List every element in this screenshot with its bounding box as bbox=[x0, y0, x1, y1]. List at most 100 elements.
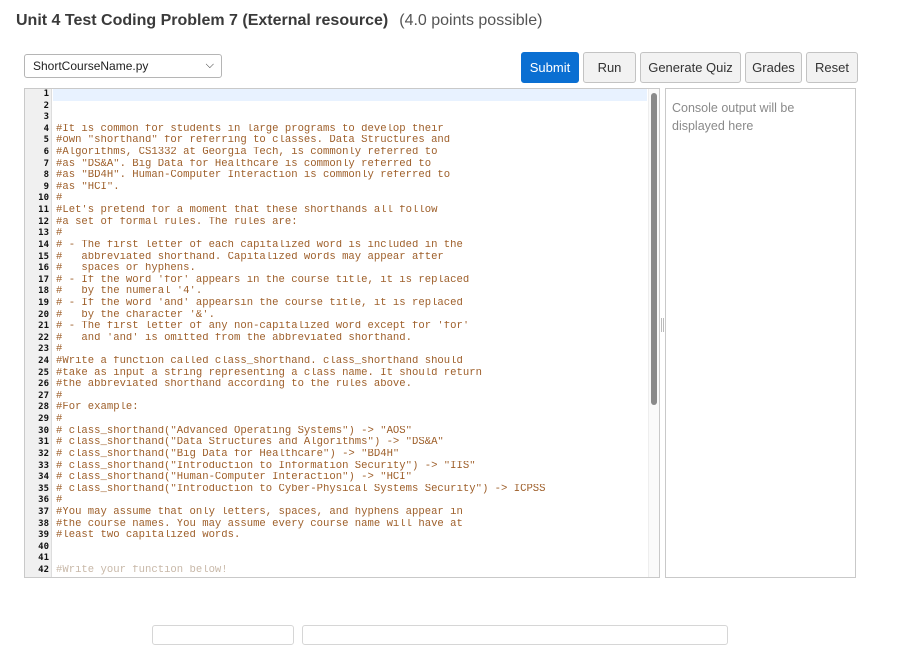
line-number: 1 bbox=[43, 89, 49, 99]
line-number: 23 bbox=[38, 344, 49, 355]
code-line[interactable]: #own "shorthand" for referring to classe… bbox=[53, 135, 647, 147]
line-number: 37 bbox=[38, 506, 49, 517]
code-line[interactable]: # bbox=[53, 193, 647, 205]
line-number: 7 bbox=[43, 158, 49, 169]
line-number: 20 bbox=[38, 309, 49, 320]
line-number: 11 bbox=[38, 205, 49, 216]
submit-button[interactable]: Submit bbox=[521, 52, 579, 83]
code-line[interactable]: # - If the word 'for' appears in the cou… bbox=[53, 275, 647, 287]
line-number: 24 bbox=[38, 356, 49, 367]
points-possible: (4.0 points possible) bbox=[399, 12, 543, 29]
line-number: 19 bbox=[38, 297, 49, 308]
editor-scrollbar[interactable] bbox=[648, 89, 659, 577]
line-number: 32 bbox=[38, 448, 49, 459]
code-line[interactable]: # - The first letter of any non-capitali… bbox=[53, 321, 647, 333]
code-line[interactable]: # by the numeral '4'. bbox=[53, 286, 647, 298]
line-number: 31 bbox=[38, 437, 49, 448]
code-line[interactable] bbox=[53, 101, 647, 113]
file-select-value: ShortCourseName.py bbox=[33, 59, 149, 73]
pane-resize-handle[interactable] bbox=[661, 318, 664, 332]
code-line[interactable]: #Write a function called class_shorthand… bbox=[53, 356, 647, 368]
line-number: 10 bbox=[38, 193, 49, 204]
line-number: 9 bbox=[43, 181, 49, 192]
line-number: 42 bbox=[38, 564, 49, 575]
code-line[interactable]: #as "BD4H". Human-Computer Interaction i… bbox=[53, 170, 647, 182]
toolbar: Submit Run Generate Quiz Grades Reset bbox=[521, 52, 858, 83]
line-number: 34 bbox=[38, 472, 49, 483]
code-line[interactable] bbox=[53, 553, 647, 565]
code-line[interactable]: # - If the word 'and' appearsin the cour… bbox=[53, 298, 647, 310]
code-line[interactable]: #For example: bbox=[53, 402, 647, 414]
line-number: 3 bbox=[43, 112, 49, 123]
editor-scrollbar-thumb[interactable] bbox=[651, 93, 657, 405]
code-line[interactable]: # abbreviated shorthand. Capitalized wor… bbox=[53, 252, 647, 264]
code-line[interactable]: #the abbreviated shorthand according to … bbox=[53, 379, 647, 391]
line-number: 35 bbox=[38, 483, 49, 494]
code-line[interactable]: # by the character '&'. bbox=[53, 310, 647, 322]
reset-button[interactable]: Reset bbox=[806, 52, 858, 83]
code-line[interactable] bbox=[53, 89, 647, 101]
code-line[interactable]: #as "HCI". bbox=[53, 182, 647, 194]
code-line[interactable]: #Algorithms, CS1332 at Georgia Tech, is … bbox=[53, 147, 647, 159]
code-line[interactable]: # bbox=[53, 344, 647, 356]
code-line[interactable]: #least two capitalized words. bbox=[53, 530, 647, 542]
line-number: 13 bbox=[38, 228, 49, 239]
bottom-button-right[interactable] bbox=[302, 625, 728, 645]
code-line[interactable]: # bbox=[53, 228, 647, 240]
bottom-button-left[interactable] bbox=[152, 625, 294, 645]
line-number: 26 bbox=[38, 379, 49, 390]
code-line[interactable]: # class_shorthand("Introduction to Cyber… bbox=[53, 484, 647, 496]
line-number: 12 bbox=[38, 216, 49, 227]
code-line[interactable]: # and 'and' is omitted from the abbrevia… bbox=[53, 333, 647, 345]
line-number: 15 bbox=[38, 251, 49, 262]
line-number: 40 bbox=[38, 541, 49, 552]
code-line[interactable]: # bbox=[53, 495, 647, 507]
code-line[interactable]: #It is common for students in large prog… bbox=[53, 124, 647, 136]
line-number: 18 bbox=[38, 286, 49, 297]
code-line[interactable]: #You may assume that only letters, space… bbox=[53, 507, 647, 519]
file-select-dropdown[interactable]: ShortCourseName.py ⌵ bbox=[24, 54, 222, 78]
line-number: 2 bbox=[43, 100, 49, 111]
code-line[interactable]: #take as input a string representing a c… bbox=[53, 368, 647, 380]
line-number: 36 bbox=[38, 495, 49, 506]
line-number: 39 bbox=[38, 530, 49, 541]
code-line[interactable]: # class_shorthand("Advanced Operating Sy… bbox=[53, 426, 647, 438]
run-button[interactable]: Run bbox=[583, 52, 636, 83]
line-number: 33 bbox=[38, 460, 49, 471]
code-line[interactable]: # - The first letter of each capitalized… bbox=[53, 240, 647, 252]
line-number: 4 bbox=[43, 123, 49, 134]
line-number: 25 bbox=[38, 367, 49, 378]
line-number: 30 bbox=[38, 425, 49, 436]
code-line[interactable]: # spaces or hyphens. bbox=[53, 263, 647, 275]
code-line[interactable]: # bbox=[53, 414, 647, 426]
line-number-gutter: 1 2 3 4 5 6 7 8 9 10 11 12 13 14 15 16 17 18 19 20 21 22 23 24 2… bbox=[25, 89, 52, 577]
line-number: 38 bbox=[38, 518, 49, 529]
console-placeholder: Console output will be displayed here bbox=[672, 101, 795, 133]
code-line[interactable]: #the course names. You may assume every … bbox=[53, 519, 647, 531]
code-line[interactable] bbox=[53, 542, 647, 554]
line-number: 28 bbox=[38, 402, 49, 413]
line-number: 17 bbox=[38, 274, 49, 285]
code-line[interactable]: #as "DS&A". Big Data for Healthcare is c… bbox=[53, 159, 647, 171]
line-number: 21 bbox=[38, 321, 49, 332]
code-line[interactable]: # bbox=[53, 391, 647, 403]
code-line[interactable]: # class_shorthand("Data Structures and A… bbox=[53, 437, 647, 449]
code-line[interactable]: #a set of formal rules. The rules are: bbox=[53, 217, 647, 229]
code-line[interactable]: #Write your function below! bbox=[53, 565, 647, 577]
line-number: 5 bbox=[43, 135, 49, 146]
line-number: 29 bbox=[38, 414, 49, 425]
chevron-down-icon: ⌵ bbox=[205, 59, 214, 71]
code-line[interactable]: # class_shorthand("Human-Computer Intera… bbox=[53, 472, 647, 484]
line-number: 14 bbox=[38, 239, 49, 250]
generate-quiz-button[interactable]: Generate Quiz bbox=[640, 52, 741, 83]
grades-button[interactable]: Grades bbox=[745, 52, 802, 83]
line-number: 8 bbox=[43, 170, 49, 181]
code-line[interactable]: #Let's pretend for a moment that these s… bbox=[53, 205, 647, 217]
code-line[interactable]: # class_shorthand("Big Data for Healthca… bbox=[53, 449, 647, 461]
code-line[interactable] bbox=[53, 112, 647, 124]
code-editor[interactable]: 1 2 3 4 5 6 7 8 9 10 11 12 13 14 15 16 17 18 19 20 21 22 23 24 2… bbox=[24, 88, 660, 578]
code-area[interactable]: #It is common for students in large prog… bbox=[53, 89, 647, 577]
line-number: 27 bbox=[38, 390, 49, 401]
line-number: 16 bbox=[38, 263, 49, 274]
code-line[interactable]: # class_shorthand("Introduction to Infor… bbox=[53, 461, 647, 473]
